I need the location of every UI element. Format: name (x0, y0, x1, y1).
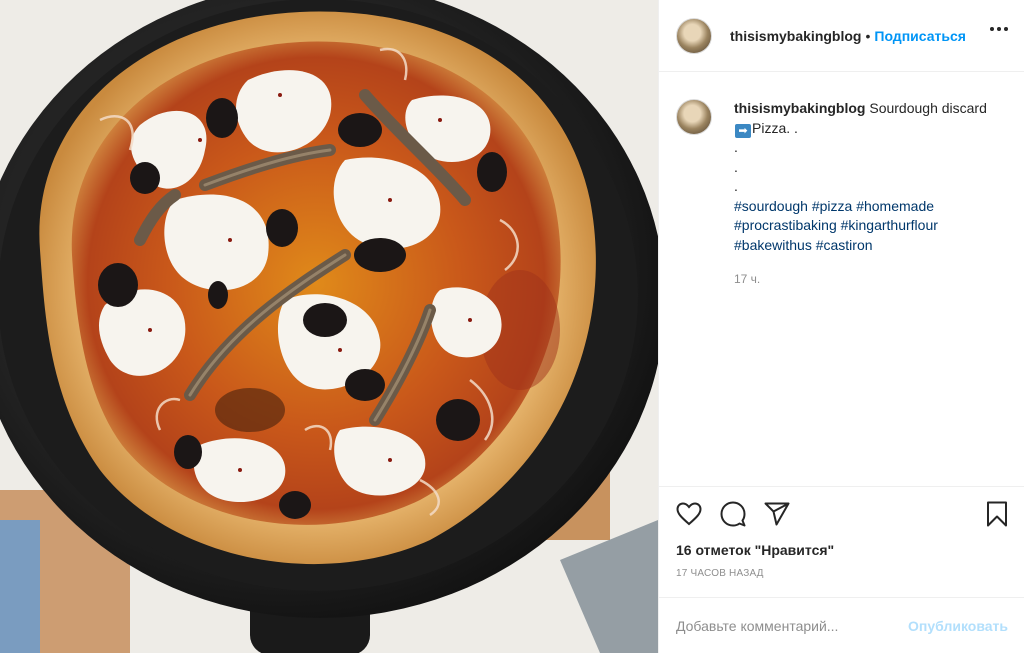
post-side-panel: thisismybakingblog • Подписаться thisism… (658, 0, 1024, 653)
publish-button[interactable]: Опубликовать (908, 618, 1008, 634)
post-footer: 16 отметок "Нравится" 17 ЧАСОВ НАЗАД (659, 486, 1024, 597)
action-bar (659, 487, 1024, 541)
post-header: thisismybakingblog • Подписаться (659, 0, 1024, 72)
comment-icon[interactable] (719, 500, 747, 528)
more-dots-icon[interactable] (990, 26, 1008, 32)
caption-text: Sourdough discard (869, 100, 987, 116)
caption-author-avatar[interactable] (676, 99, 712, 135)
heart-icon[interactable] (675, 500, 703, 528)
author-username[interactable]: thisismybakingblog (730, 28, 861, 44)
follow-button[interactable]: Подписаться (874, 28, 966, 44)
author-avatar[interactable] (676, 17, 712, 54)
caption-dot-line: . (734, 178, 738, 194)
separator-dot: • (865, 27, 871, 44)
post-image[interactable] (0, 0, 658, 653)
likes-count[interactable]: 16 отметок "Нравится" (659, 541, 1024, 563)
add-comment-form: Опубликовать (659, 597, 1024, 653)
caption-hashtags[interactable]: #sourdough #pizza #homemade #procrastiba… (734, 197, 989, 256)
caption-dot-line: . (734, 158, 738, 175)
caption-username[interactable]: thisismybakingblog (734, 100, 865, 116)
caption-text-after: Pizza. . (752, 119, 798, 136)
comments-area: thisismybakingblog Sourdough discard ➡ Piz… (659, 72, 1024, 486)
caption: thisismybakingblog Sourdough discard ➡ Piz… (734, 99, 989, 290)
instagram-post: thisismybakingblog • Подписаться thisism… (0, 0, 1024, 653)
caption-dot-line: . (734, 139, 738, 155)
caption-timestamp[interactable]: 17 ч. (734, 270, 989, 290)
paper-plane-icon[interactable] (763, 500, 791, 528)
bookmark-icon[interactable] (983, 500, 1011, 528)
comment-input[interactable] (676, 617, 909, 634)
right-arrow-emoji-icon: ➡ (735, 123, 751, 138)
post-date[interactable]: 17 ЧАСОВ НАЗАД (659, 563, 1024, 597)
pizza-photo (0, 0, 658, 653)
